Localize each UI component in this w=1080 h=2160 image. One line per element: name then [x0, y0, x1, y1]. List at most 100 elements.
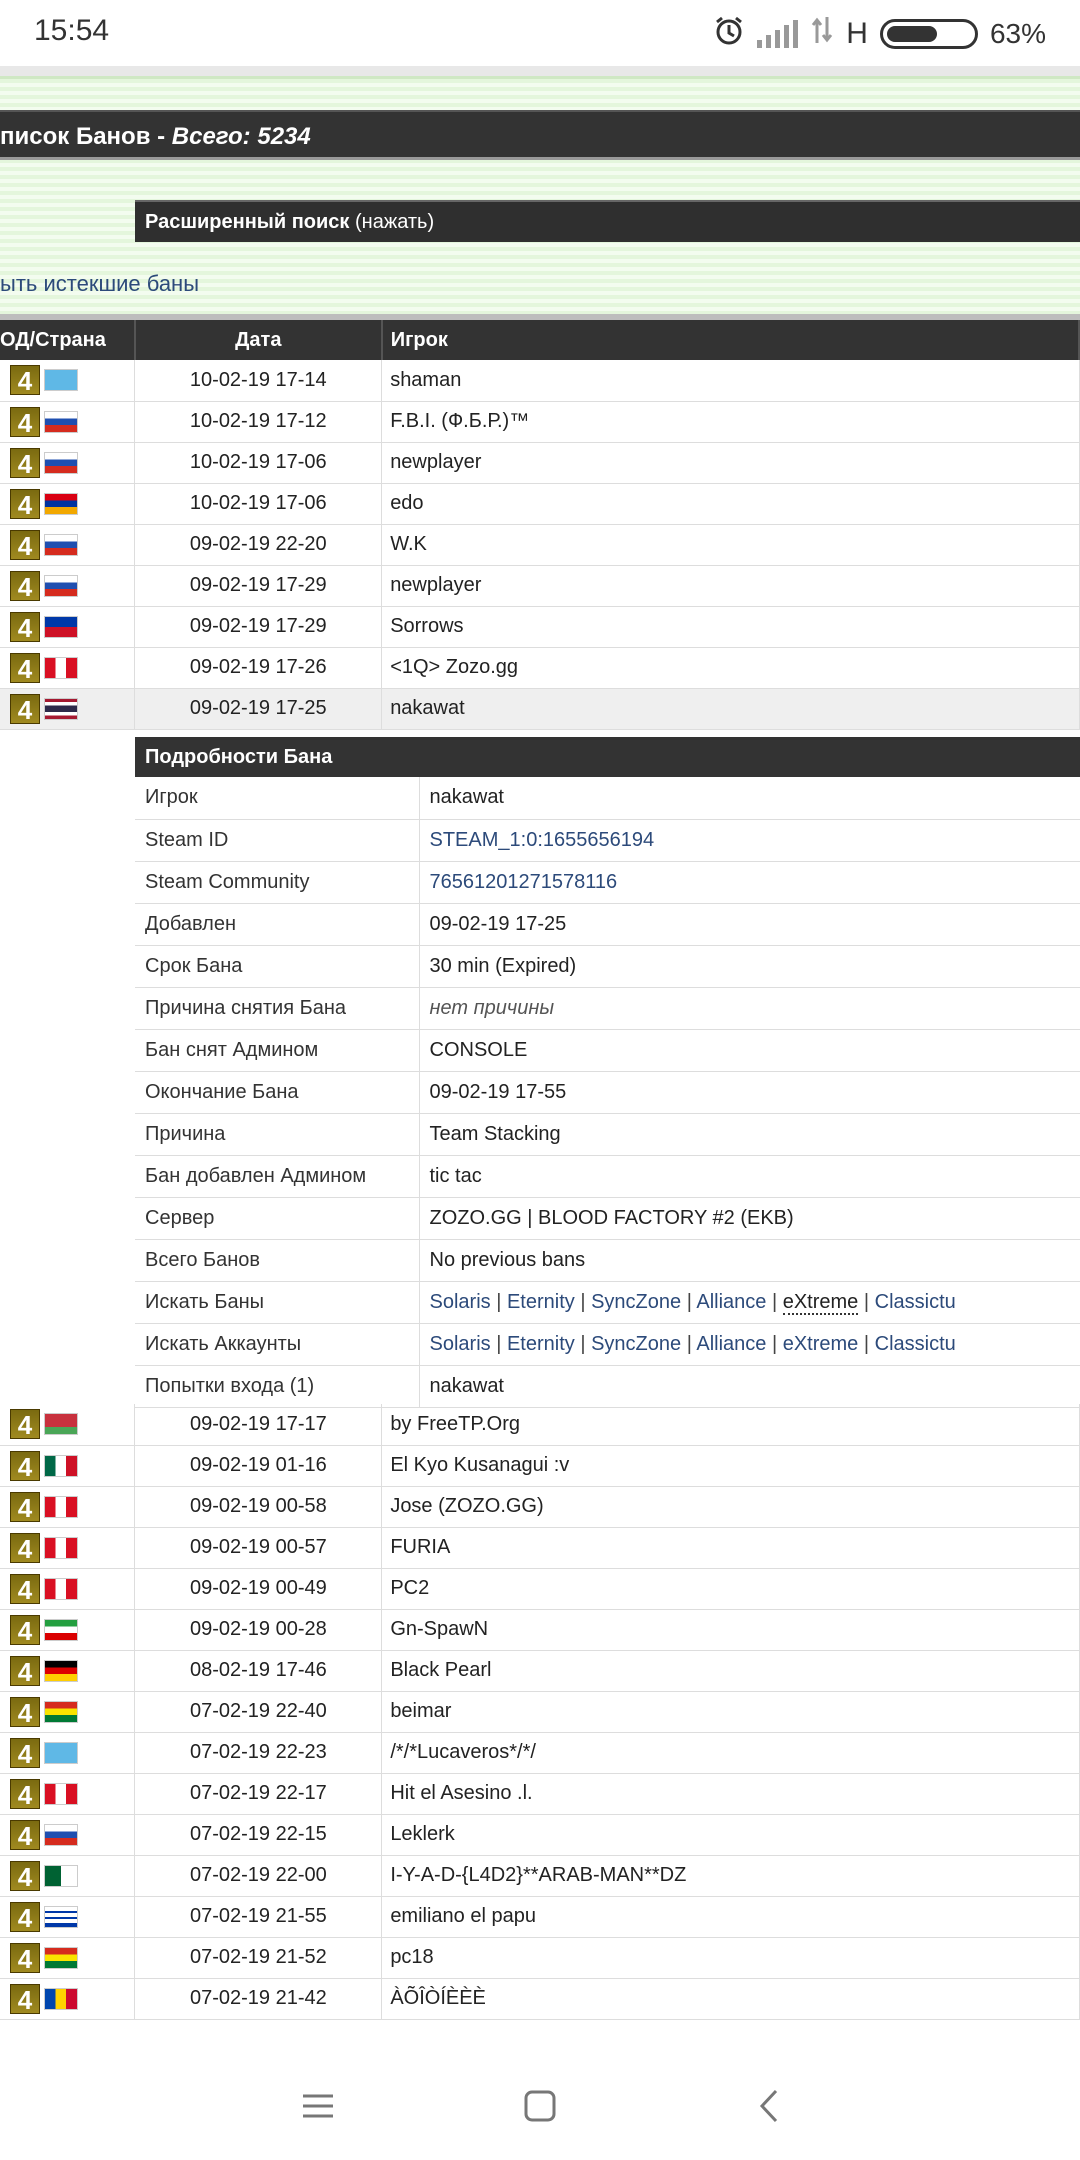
mod-country-cell: 4: [0, 360, 136, 402]
table-row[interactable]: 4 09-02-19 00-58 Jose (ZOZO.GG): [0, 1486, 1080, 1528]
game-mod-icon: 4: [10, 1819, 40, 1851]
steam-community-link[interactable]: 76561201271578116: [430, 871, 618, 893]
table-row[interactable]: 4 08-02-19 17-46 Black Pearl: [0, 1650, 1080, 1692]
table-row[interactable]: 4 07-02-19 21-52 pc18: [0, 1937, 1080, 1979]
table-row[interactable]: 4 10-02-19 17-06 edo: [0, 483, 1080, 525]
link-separator: |: [858, 1290, 875, 1313]
ban-date: 10-02-19 17-12: [134, 401, 383, 443]
country-flag-icon: [44, 1905, 78, 1928]
battery-percent: 63%: [989, 17, 1046, 49]
country-flag-icon: [44, 697, 78, 720]
search-link-solaris[interactable]: Solaris: [430, 1333, 491, 1355]
table-row[interactable]: 4 09-02-19 00-28 Gn-SpawN: [0, 1609, 1080, 1651]
detail-key: Срок Бана: [135, 945, 420, 988]
game-mod-icon: 4: [10, 447, 40, 479]
mod-country-cell: 4: [0, 1527, 136, 1569]
table-row[interactable]: 4 07-02-19 21-42 ÀÕÎÒÍÈÈÈ: [0, 1978, 1080, 2020]
detail-row-login-attempts: Попытки входа (1) nakawat: [135, 1365, 1080, 1408]
table-row[interactable]: 4 09-02-19 00-49 PC2: [0, 1568, 1080, 1610]
detail-row-search-accounts: Искать Аккаунты Solaris | Eternity | Sync…: [135, 1323, 1080, 1366]
game-mod-icon: 4: [10, 1655, 40, 1687]
search-link-extreme[interactable]: eXtreme: [783, 1333, 859, 1355]
search-link-classictu[interactable]: Classictu: [875, 1333, 956, 1355]
table-row[interactable]: 4 09-02-19 00-57 FURIA: [0, 1527, 1080, 1569]
table-row[interactable]: 4 09-02-19 22-20 W.K: [0, 524, 1080, 566]
detail-value: tic tac: [419, 1155, 1080, 1198]
ban-date: 09-02-19 00-57: [134, 1527, 383, 1569]
detail-row-added: Добавлен 09-02-19 17-25: [135, 903, 1080, 946]
table-row[interactable]: 4 07-02-19 22-40 beimar: [0, 1691, 1080, 1733]
player-name: ÀÕÎÒÍÈÈÈ: [381, 1978, 1080, 2020]
header-player: Игрок: [381, 320, 1080, 360]
back-chevron-icon[interactable]: [752, 2088, 788, 2129]
country-flag-icon: [44, 1454, 78, 1477]
menu-icon[interactable]: [300, 2088, 336, 2129]
detail-row-steamid: Steam ID STEAM_1:0:1655656194: [135, 819, 1080, 862]
detail-key: Причина снятия Бана: [135, 987, 420, 1030]
detail-value: нет причины: [429, 996, 555, 1019]
table-row[interactable]: 4 10-02-19 17-14 shaman: [0, 360, 1080, 402]
table-row[interactable]: 4 09-02-19 01-16 El Kyo Kusanagui :v: [0, 1445, 1080, 1487]
player-name: Gn-SpawN: [381, 1609, 1080, 1651]
player-name: Sorrows: [381, 606, 1080, 648]
ban-date: 09-02-19 17-29: [134, 565, 383, 607]
table-row[interactable]: 4 09-02-19 17-26 <1Q> Zozo.gg: [0, 647, 1080, 689]
search-link-eternity[interactable]: Eternity: [507, 1291, 575, 1313]
detail-value: ZOZO.GG | BLOOD FACTORY #2 (EKB): [419, 1197, 1080, 1240]
table-row[interactable]: 4 07-02-19 21-55 emiliano el papu: [0, 1896, 1080, 1938]
player-name: <1Q> Zozo.gg: [381, 647, 1080, 689]
ban-date: 07-02-19 22-17: [134, 1773, 383, 1815]
alarm-icon: [713, 14, 745, 53]
table-row[interactable]: 4 07-02-19 22-17 Hit el Asesino .l.: [0, 1773, 1080, 1815]
search-link-classictu[interactable]: Classictu: [875, 1291, 956, 1313]
detail-key: Бан снят Админом: [135, 1029, 420, 1072]
game-mod-icon: 4: [10, 570, 40, 602]
player-name: Jose (ZOZO.GG): [381, 1486, 1080, 1528]
ban-date: 09-02-19 17-17: [134, 1404, 383, 1446]
search-link-synczone[interactable]: SyncZone: [591, 1291, 681, 1313]
search-link-eternity[interactable]: Eternity: [507, 1333, 575, 1355]
home-square-icon[interactable]: [522, 2088, 558, 2129]
search-link-solaris[interactable]: Solaris: [430, 1291, 491, 1313]
game-mod-icon: 4: [10, 1532, 40, 1564]
mod-country-cell: 4: [0, 1568, 136, 1610]
game-mod-icon: 4: [10, 406, 40, 438]
detail-value: No previous bans: [419, 1239, 1080, 1282]
game-mod-icon: 4: [10, 529, 40, 561]
detail-key: Бан добавлен Админом: [135, 1155, 420, 1198]
table-row[interactable]: 4 07-02-19 22-00 I-Y-A-D-{L4D2}**ARAB-MAN*…: [0, 1855, 1080, 1897]
link-separator: |: [766, 1332, 783, 1355]
search-link-alliance[interactable]: Alliance: [696, 1291, 766, 1313]
table-row[interactable]: 4 07-02-19 22-15 Leklerk: [0, 1814, 1080, 1856]
table-row[interactable]: 4 07-02-19 22-23/*/*Lucaveros*/*/: [0, 1732, 1080, 1774]
country-flag-icon: [44, 1864, 78, 1887]
detail-key: Добавлен: [135, 903, 420, 946]
detail-row-server: Сервер ZOZO.GG | BLOOD FACTORY #2 (EKB): [135, 1197, 1080, 1240]
mod-country-cell: 4: [0, 1896, 136, 1938]
table-row[interactable]: 4 09-02-19 17-29 Sorrows: [0, 606, 1080, 648]
mod-country-cell: 4: [0, 1732, 136, 1774]
player-name: I-Y-A-D-{L4D2}**ARAB-MAN**DZ: [381, 1855, 1080, 1897]
search-link-alliance[interactable]: Alliance: [696, 1333, 766, 1355]
detail-key: Искать Баны: [135, 1281, 420, 1324]
link-separator: |: [858, 1332, 875, 1355]
detail-key: Попытки входа (1): [135, 1365, 420, 1408]
advanced-search-toggle[interactable]: Расширенный поиск (нажать): [135, 200, 1080, 242]
ban-date: 07-02-19 21-55: [134, 1896, 383, 1938]
network-type: H: [846, 16, 868, 50]
table-row[interactable]: 4 10-02-19 17-12 F.B.I. (Ф.Б.Р.)™: [0, 401, 1080, 443]
ban-date: 07-02-19 21-52: [134, 1937, 383, 1979]
player-name: Hit el Asesino .l.: [381, 1773, 1080, 1815]
table-row[interactable]: 4 10-02-19 17-06 newplayer: [0, 442, 1080, 484]
table-row[interactable]: 4 09-02-19 17-17 by FreeTP.Org: [0, 1404, 1080, 1446]
search-link-synczone[interactable]: SyncZone: [591, 1333, 681, 1355]
player-name: nakawat: [381, 688, 1080, 730]
table-row[interactable]: 4 09-02-19 17-25 nakawat: [0, 688, 1080, 730]
hide-expired-link[interactable]: ыть истекшие баны: [0, 271, 199, 297]
search-link-extreme[interactable]: eXtreme: [782, 1290, 859, 1315]
advanced-search-hint: (нажать): [349, 211, 435, 233]
detail-value: 09-02-19 17-25: [419, 903, 1080, 946]
steam-id-link[interactable]: STEAM_1:0:1655656194: [430, 829, 655, 851]
ban-date: 09-02-19 17-25: [134, 688, 383, 730]
table-row[interactable]: 4 09-02-19 17-29 newplayer: [0, 565, 1080, 607]
